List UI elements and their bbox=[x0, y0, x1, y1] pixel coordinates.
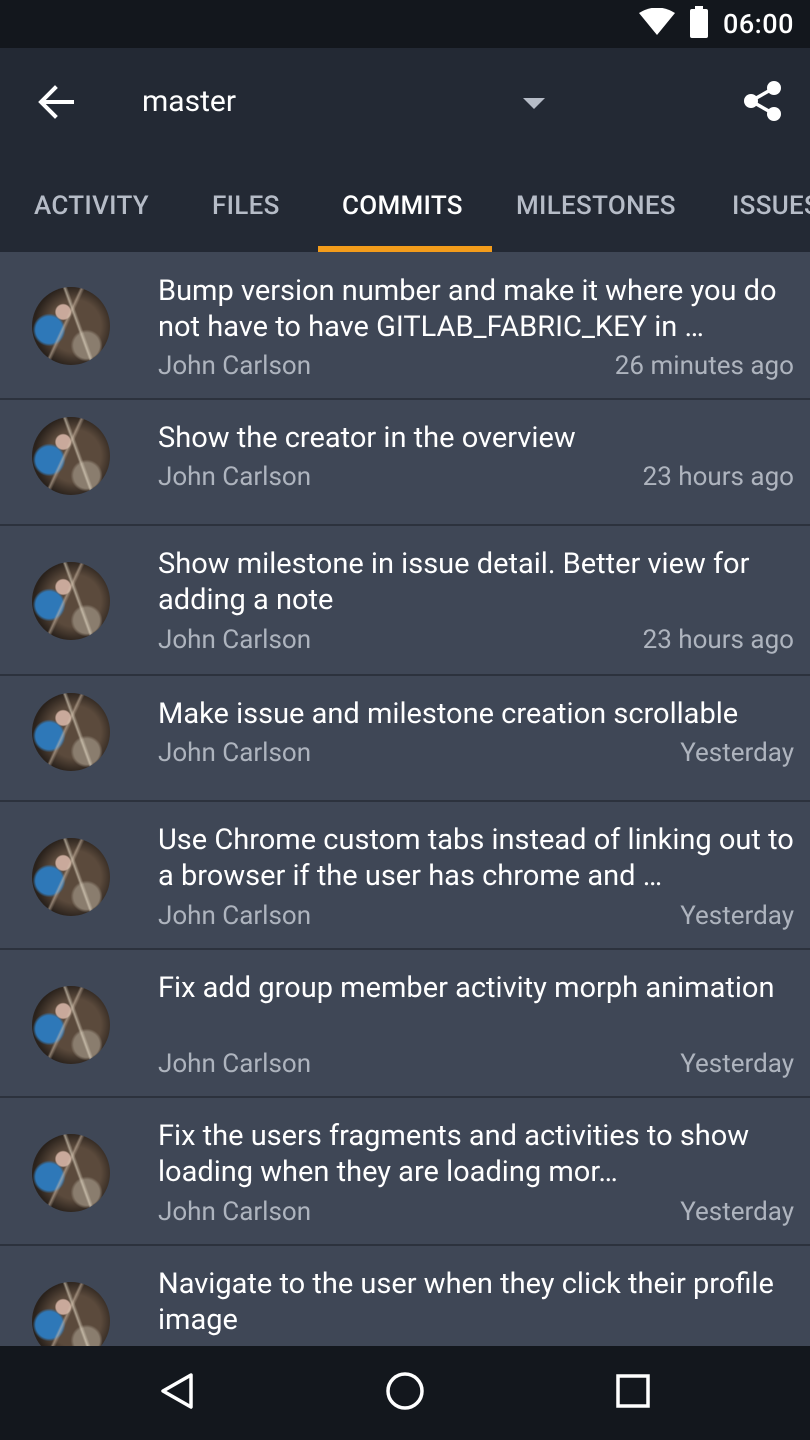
home-circle-icon bbox=[385, 1371, 425, 1415]
recents-square-icon bbox=[616, 1374, 650, 1412]
status-bar: 06:00 bbox=[0, 0, 810, 48]
commit-time: Yesterday bbox=[680, 901, 794, 931]
tab-issues[interactable]: ISSUES bbox=[732, 160, 810, 252]
commit-time: Yesterday bbox=[680, 738, 794, 768]
avatar[interactable] bbox=[32, 693, 110, 771]
commit-row[interactable]: Show milestone in issue detail. Better v… bbox=[0, 526, 810, 676]
branch-selector-label[interactable]: master bbox=[142, 84, 236, 119]
status-icons: 06:00 bbox=[638, 0, 794, 48]
caret-down-icon bbox=[523, 95, 545, 114]
battery-icon bbox=[689, 6, 709, 42]
tab-commits[interactable]: COMMITS bbox=[342, 160, 463, 252]
commit-time: Yesterday bbox=[680, 1197, 794, 1227]
commit-author: John Carlson bbox=[158, 901, 312, 931]
tab-files[interactable]: FILES bbox=[212, 160, 280, 252]
share-icon bbox=[743, 80, 783, 126]
wifi-icon bbox=[638, 7, 675, 40]
commit-title: Make issue and milestone creation scroll… bbox=[158, 697, 739, 731]
system-nav-bar bbox=[0, 1346, 810, 1440]
tab-milestones[interactable]: MILESTONES bbox=[516, 160, 676, 252]
avatar[interactable] bbox=[32, 562, 110, 640]
commit-title: Fix add group member activity morph anim… bbox=[158, 971, 775, 1005]
avatar[interactable] bbox=[32, 838, 110, 916]
avatar[interactable] bbox=[32, 1134, 110, 1212]
tab-activity[interactable]: ACTIVITY bbox=[34, 160, 149, 252]
branch-dropdown-button[interactable] bbox=[518, 94, 550, 114]
commit-time: 23 hours ago bbox=[642, 625, 794, 655]
commit-time: 26 minutes ago bbox=[614, 351, 794, 381]
avatar[interactable] bbox=[32, 287, 110, 365]
commit-row[interactable]: Fix the users fragments and activities t… bbox=[0, 1098, 810, 1246]
back-triangle-icon bbox=[159, 1372, 195, 1414]
avatar[interactable] bbox=[32, 986, 110, 1064]
commit-author: John Carlson bbox=[158, 1049, 312, 1079]
nav-home-button[interactable] bbox=[380, 1368, 430, 1418]
commit-title: Bump version number and make it where yo… bbox=[158, 274, 777, 344]
commit-row[interactable]: Navigate to the user when they click the… bbox=[0, 1246, 810, 1346]
commit-author: John Carlson bbox=[158, 1197, 312, 1227]
commit-author: John Carlson bbox=[158, 625, 312, 655]
nav-back-button[interactable] bbox=[152, 1368, 202, 1418]
tab-bar: ACTIVITY FILES COMMITS MILESTONES ISSUES bbox=[0, 160, 810, 252]
commit-author: John Carlson bbox=[158, 351, 312, 381]
commit-title: Use Chrome custom tabs instead of linkin… bbox=[158, 823, 794, 893]
avatar[interactable] bbox=[32, 417, 110, 495]
commit-title: Navigate to the user when they click the… bbox=[158, 1267, 774, 1337]
back-button[interactable] bbox=[30, 80, 82, 128]
commit-title: Show the creator in the overview bbox=[158, 421, 576, 455]
commit-time: 23 hours ago bbox=[642, 462, 794, 492]
commit-author: John Carlson bbox=[158, 462, 312, 492]
nav-recents-button[interactable] bbox=[608, 1368, 658, 1418]
avatar[interactable] bbox=[32, 1282, 110, 1346]
commit-row[interactable]: Make issue and milestone creation scroll… bbox=[0, 676, 810, 802]
commit-row[interactable]: Use Chrome custom tabs instead of linkin… bbox=[0, 802, 810, 950]
commit-title: Show milestone in issue detail. Better v… bbox=[158, 547, 750, 617]
share-button[interactable] bbox=[738, 78, 788, 128]
app-toolbar: master bbox=[0, 48, 810, 160]
commit-title: Fix the users fragments and activities t… bbox=[158, 1119, 750, 1189]
commit-row[interactable]: Bump version number and make it where yo… bbox=[0, 252, 810, 400]
commit-time: Yesterday bbox=[680, 1049, 794, 1079]
status-time: 06:00 bbox=[722, 8, 794, 40]
commit-row[interactable]: Fix add group member activity morph anim… bbox=[0, 950, 810, 1098]
arrow-left-icon bbox=[38, 85, 74, 123]
commit-list[interactable]: Bump version number and make it where yo… bbox=[0, 252, 810, 1346]
commit-author: John Carlson bbox=[158, 738, 312, 768]
commit-row[interactable]: Show the creator in the overview John Ca… bbox=[0, 400, 810, 526]
